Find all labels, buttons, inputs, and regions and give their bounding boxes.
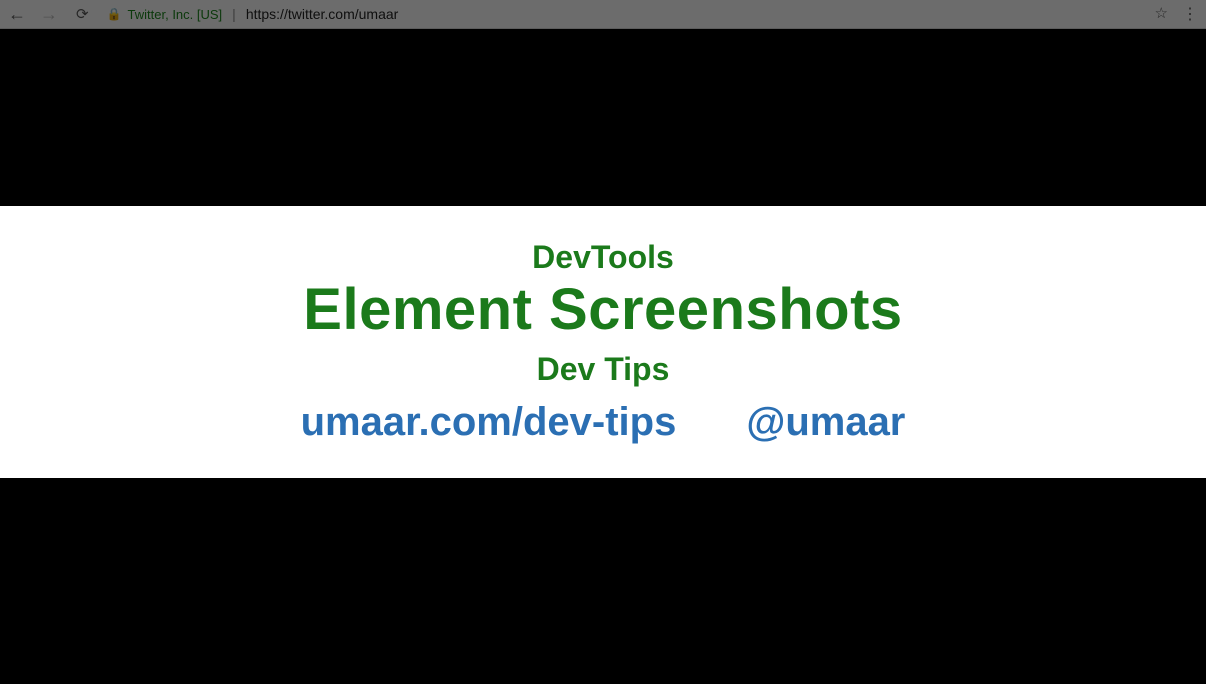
- title-line-main: Element Screenshots: [303, 276, 902, 343]
- lock-icon: 🔒: [107, 7, 122, 21]
- address-area[interactable]: 🔒 Twitter, Inc. [US] | https://twitter.c…: [107, 6, 399, 22]
- title-link-handle[interactable]: @umaar: [746, 400, 905, 445]
- browser-menu-icon[interactable]: ⋮: [1182, 4, 1198, 24]
- title-line-devtools: DevTools: [532, 239, 674, 276]
- cert-label: Twitter, Inc. [US]: [128, 7, 223, 22]
- bookmark-star-icon[interactable]: ☆: [1155, 4, 1168, 24]
- reload-icon[interactable]: ⟳: [76, 5, 89, 23]
- back-icon[interactable]: ←: [8, 4, 26, 25]
- forward-icon[interactable]: →: [40, 4, 58, 25]
- browser-address-bar: ← → ⟳ 🔒 Twitter, Inc. [US] | https://twi…: [0, 0, 1206, 29]
- title-card: DevTools Element Screenshots Dev Tips um…: [0, 206, 1206, 478]
- title-link-site[interactable]: umaar.com/dev-tips: [301, 400, 677, 445]
- url-text: https://twitter.com/umaar: [246, 6, 399, 22]
- title-line-devtips: Dev Tips: [537, 351, 670, 388]
